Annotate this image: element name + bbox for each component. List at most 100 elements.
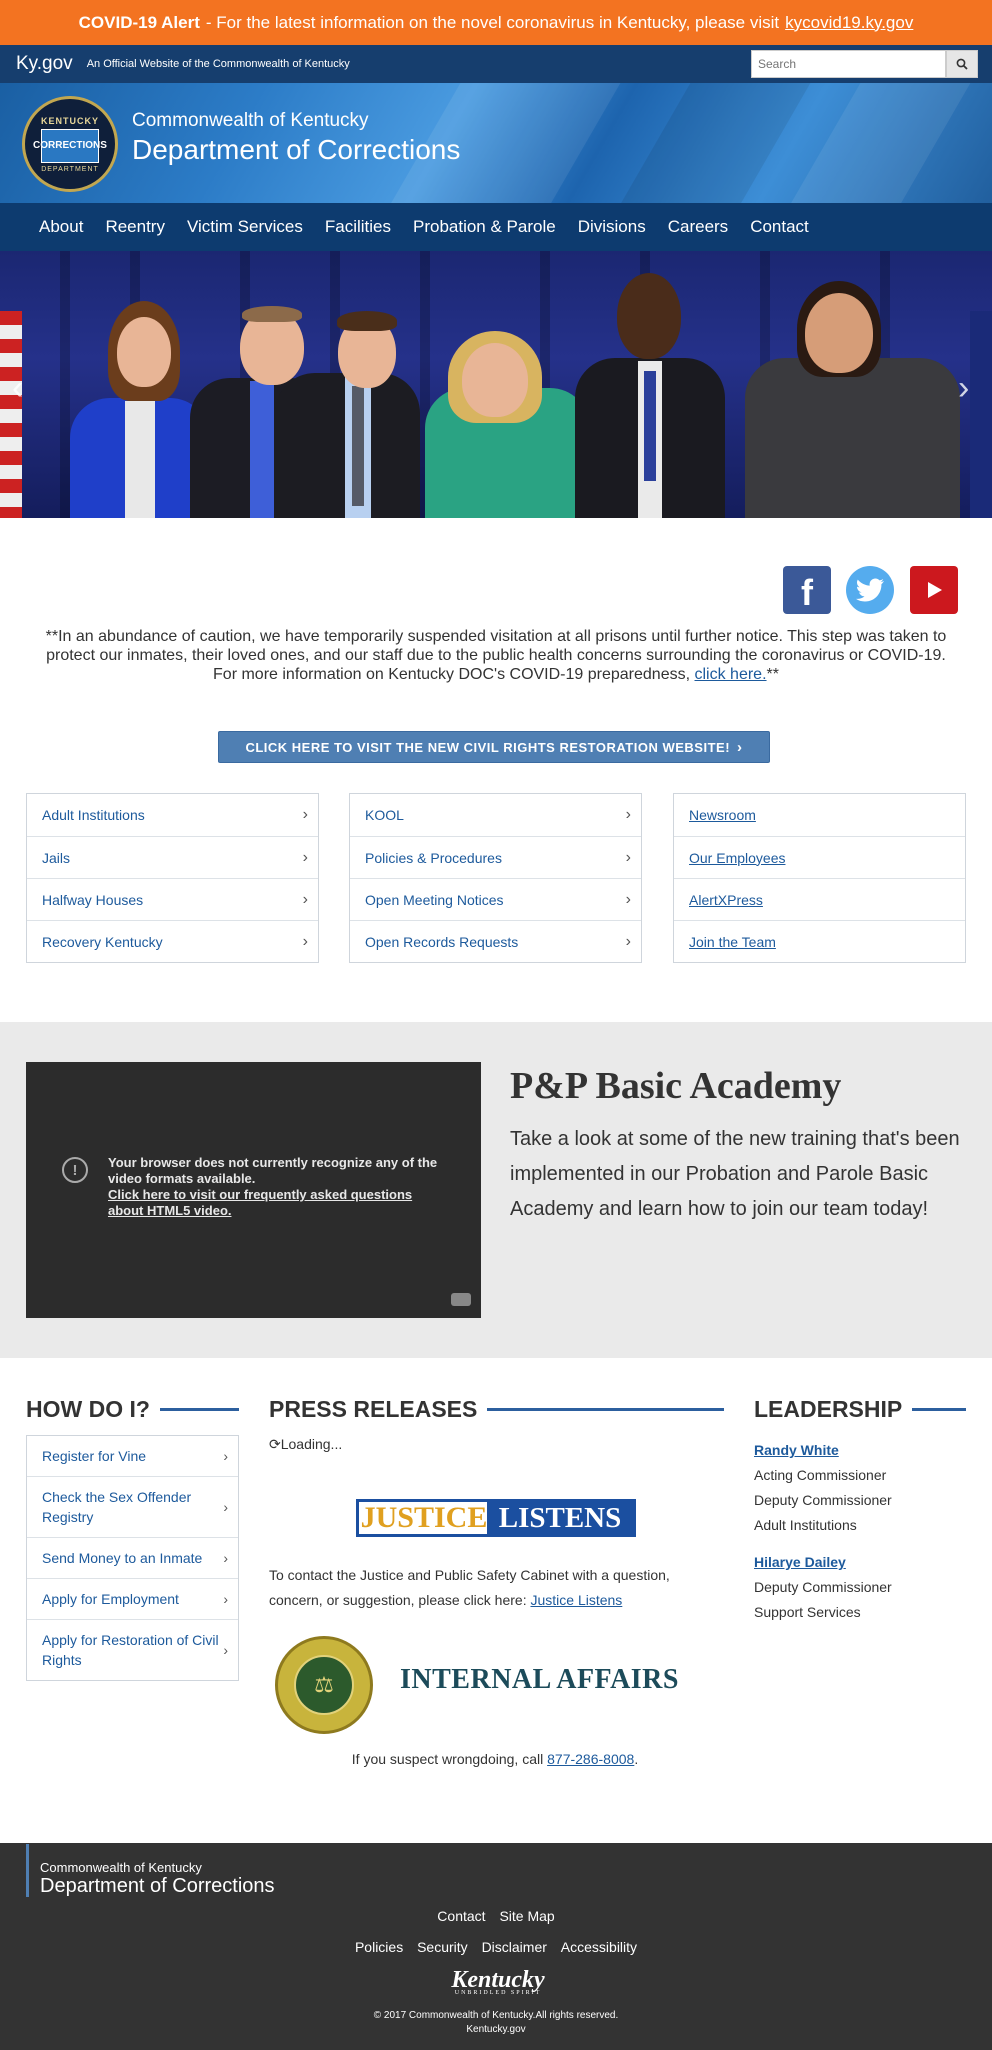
- how-item-label: Check the Sex Offender Registry: [42, 1489, 192, 1525]
- youtube-logo-icon[interactable]: [451, 1293, 471, 1306]
- curtain-fold: [60, 251, 70, 518]
- quicklink-jails[interactable]: Jails ›: [27, 836, 318, 878]
- nav-facilities[interactable]: Facilities: [325, 217, 391, 237]
- justice-listens-link[interactable]: Justice Listens: [530, 1592, 622, 1608]
- nav-contact[interactable]: Contact: [750, 217, 809, 237]
- leader-name-link[interactable]: Randy White: [754, 1438, 966, 1463]
- chevron-right-icon: ›: [625, 848, 631, 866]
- leader-name-link[interactable]: Hilarye Dailey: [754, 1550, 966, 1575]
- how-item-label: Apply for Employment: [42, 1591, 179, 1607]
- footer-link-contact[interactable]: Contact: [437, 1908, 485, 1924]
- youtube-icon[interactable]: [910, 566, 958, 614]
- leader-title: Deputy Commissioner: [754, 1492, 892, 1508]
- how-restoration-civil-rights[interactable]: Apply for Restoration of Civil Rights ›: [27, 1619, 238, 1680]
- kygov-logo[interactable]: Ky.gov: [16, 53, 73, 75]
- chevron-right-icon: ›: [625, 806, 631, 823]
- suspect-text: If you suspect wrongdoing, call: [351, 1751, 544, 1767]
- civil-rights-button-label: CLICK HERE TO VISIT THE NEW CIVIL RIGHTS…: [245, 739, 731, 755]
- nav-divisions[interactable]: Divisions: [578, 217, 646, 237]
- leader-title: Adult Institutions: [754, 1517, 857, 1533]
- notice-link[interactable]: click here.: [695, 666, 767, 683]
- quicklink-kool[interactable]: KOOL ›: [350, 794, 641, 836]
- quicklink-recovery-kentucky[interactable]: Recovery Kentucky ›: [27, 920, 318, 962]
- academy-section: ! Your browser does not currently recogn…: [0, 1022, 992, 1358]
- footer-link-accessibility[interactable]: Accessibility: [561, 1939, 637, 1955]
- footer-link-site-map[interactable]: Site Map: [499, 1908, 554, 1924]
- notice-text: **In an abundance of caution, we have te…: [45, 628, 947, 683]
- person-tie: [644, 371, 656, 481]
- chevron-right-icon: ›: [302, 932, 308, 950]
- quicklink-join-the-team[interactable]: Join the Team: [674, 920, 965, 962]
- how-do-i-title: HOW DO I?: [26, 1395, 150, 1422]
- footer-brand[interactable]: Commonwealth of Kentucky Department of C…: [26, 1844, 275, 1897]
- quicklink-newsroom[interactable]: Newsroom: [674, 794, 965, 836]
- nav-reentry[interactable]: Reentry: [105, 217, 165, 237]
- search-button[interactable]: [946, 50, 978, 78]
- chevron-right-icon: ›: [302, 890, 308, 908]
- alert-text: - For the latest information on the nove…: [205, 12, 780, 32]
- seal-bottom-text: DEPARTMENT: [41, 165, 99, 173]
- how-register-vine[interactable]: Register for Vine ›: [27, 1436, 238, 1476]
- kentucky-gov-link[interactable]: Kentucky.gov: [0, 2023, 992, 2037]
- quicklink-policies-procedures[interactable]: Policies & Procedures ›: [350, 836, 641, 878]
- alert-link[interactable]: kycovid19.ky.gov: [785, 13, 913, 33]
- nav-probation-parole[interactable]: Probation & Parole: [413, 217, 556, 237]
- civil-rights-button[interactable]: CLICK HERE TO VISIT THE NEW CIVIL RIGHTS…: [218, 731, 770, 763]
- how-send-money[interactable]: Send Money to an Inmate ›: [27, 1537, 238, 1578]
- hero-carousel: ‹ ›: [0, 251, 992, 518]
- kygov-bar: Ky.gov An Official Website of the Common…: [0, 45, 992, 83]
- press-loading: ⟳Loading...: [269, 1436, 342, 1453]
- quicklink-open-meeting-notices[interactable]: Open Meeting Notices ›: [350, 878, 641, 920]
- facebook-icon[interactable]: f: [783, 566, 831, 614]
- footer-brand-top: Commonwealth of Kentucky: [40, 1860, 202, 1875]
- listens-word: LISTENS: [487, 1502, 633, 1534]
- copyright-text: © 2017 Commonwealth of Kentucky.All righ…: [373, 2010, 619, 2021]
- how-item-label: Apply for Restoration of Civil Rights: [42, 1632, 219, 1668]
- how-item-label: Register for Vine: [42, 1448, 147, 1464]
- quicklink-open-records-requests[interactable]: Open Records Requests ›: [350, 920, 641, 962]
- chevron-right-icon: ›: [223, 1550, 228, 1566]
- justice-word: JUSTICE: [360, 1501, 488, 1534]
- leadership-title: LEADERSHIP: [754, 1395, 903, 1422]
- header-background-facet: [768, 83, 982, 203]
- carousel-next-icon[interactable]: ›: [958, 369, 969, 408]
- person-tie: [352, 386, 364, 506]
- corrections-seal-logo[interactable]: KENTUCKY CORRECTIONS DEPARTMENT: [22, 96, 118, 192]
- quicklink-label: Policies & Procedures: [365, 849, 502, 866]
- nav-about[interactable]: About: [39, 217, 83, 237]
- search-input[interactable]: [751, 50, 946, 78]
- footer-link-security[interactable]: Security: [417, 1939, 468, 1955]
- video-faq-link[interactable]: Click here to visit our frequently asked…: [108, 1187, 448, 1219]
- twitter-icon[interactable]: [846, 566, 894, 614]
- facebook-glyph: f: [801, 572, 813, 613]
- video-error-message: Your browser does not currently recogniz…: [108, 1155, 448, 1219]
- footer-link-policies[interactable]: Policies: [355, 1939, 403, 1955]
- video-player[interactable]: ! Your browser does not currently recogn…: [26, 1062, 481, 1318]
- us-flag: [0, 311, 22, 518]
- quicklink-adult-institutions[interactable]: Adult Institutions ›: [27, 794, 318, 836]
- quicklink-our-employees[interactable]: Our Employees: [674, 836, 965, 878]
- nav-careers[interactable]: Careers: [668, 217, 728, 237]
- header-commonwealth[interactable]: Commonwealth of Kentucky: [132, 110, 369, 132]
- person-face: [617, 273, 681, 359]
- leadership-list: Randy White Acting Commissioner Deputy C…: [754, 1438, 966, 1625]
- heading-rule: [487, 1407, 724, 1411]
- header-department[interactable]: Department of Corrections: [132, 134, 460, 166]
- quicklink-alertxpress[interactable]: AlertXPress: [674, 878, 965, 920]
- hotline-phone-link[interactable]: 877-286-8008: [547, 1751, 634, 1767]
- kentucky-unbridled-spirit-logo[interactable]: Kentucky UNBRIDLED SPIRIT: [438, 1967, 558, 2001]
- how-do-i-list: Register for Vine › Check the Sex Offende…: [26, 1435, 239, 1681]
- chevron-right-icon: ›: [223, 1499, 228, 1515]
- covid-alert-bar: COVID-19 Alert - For the latest informat…: [0, 0, 992, 45]
- how-sex-offender-registry[interactable]: Check the Sex Offender Registry ›: [27, 1476, 238, 1537]
- quicklink-label: Open Meeting Notices: [365, 891, 504, 908]
- carousel-prev-icon[interactable]: ‹: [12, 369, 23, 408]
- footer-link-disclaimer[interactable]: Disclaimer: [482, 1939, 547, 1955]
- nav-victim-services[interactable]: Victim Services: [187, 217, 303, 237]
- chevron-right-icon: ›: [223, 1448, 228, 1464]
- justice-listens-logo[interactable]: JUSTICE LISTENS: [356, 1481, 636, 1539]
- internal-affairs-title: INTERNAL AFFAIRS: [400, 1664, 679, 1695]
- justice-contact-text: To contact the Justice and Public Safety…: [269, 1563, 709, 1613]
- how-apply-employment[interactable]: Apply for Employment ›: [27, 1578, 238, 1619]
- quicklink-halfway-houses[interactable]: Halfway Houses ›: [27, 878, 318, 920]
